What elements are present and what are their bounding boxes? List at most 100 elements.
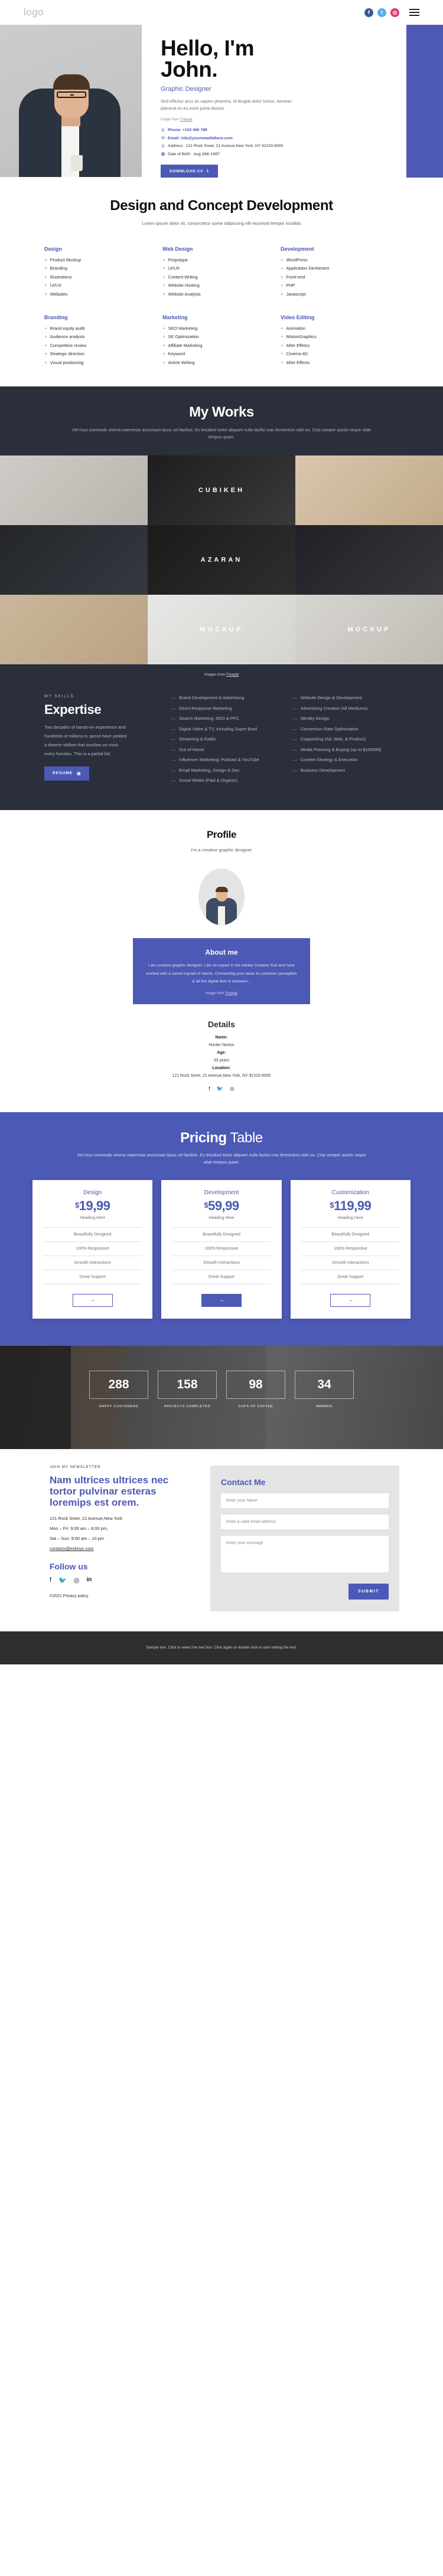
arrow-right-icon[interactable]: → bbox=[72, 1293, 113, 1307]
works-grid: CUBIKEH AZARAN MOCKUP MOCKUP bbox=[0, 455, 443, 665]
service-item[interactable]: + SE Optimization bbox=[162, 334, 281, 339]
service-item[interactable]: + Website Analysis bbox=[162, 291, 281, 297]
service-item[interactable]: + Animation bbox=[281, 326, 399, 331]
tile-leather-card[interactable] bbox=[295, 455, 443, 526]
service-item[interactable]: + Brand equity audit bbox=[44, 326, 162, 331]
counter-value: 158 bbox=[158, 1370, 217, 1399]
hero-title-line1: Hello, I'm bbox=[161, 36, 255, 60]
copyright-text[interactable]: ©2021 Privacy policy bbox=[50, 1594, 197, 1598]
contact-section: JOIN MY NEWSLETTER Nam ultrices ultrices… bbox=[0, 1448, 443, 1631]
email-input[interactable] bbox=[221, 1514, 389, 1529]
service-item[interactable]: + Front-end bbox=[281, 274, 399, 280]
plus-icon: + bbox=[44, 283, 47, 289]
tile-cubikeh[interactable]: CUBIKEH bbox=[148, 455, 295, 526]
service-item[interactable]: + Application Devloment bbox=[281, 266, 399, 271]
service-item[interactable]: + Websites bbox=[44, 291, 162, 297]
tile-logo-triangle[interactable] bbox=[0, 455, 148, 526]
contact-email-value[interactable]: info@youremailidhere.com bbox=[181, 136, 232, 140]
service-item[interactable]: + Content Writing bbox=[162, 274, 281, 280]
tile-dark-cards[interactable] bbox=[0, 525, 148, 595]
works-title: My Works bbox=[189, 404, 254, 420]
freepik-link[interactable]: Freepik bbox=[226, 673, 239, 677]
site-logo[interactable]: logo bbox=[24, 6, 44, 18]
tile-azaran[interactable]: AZARAN bbox=[148, 525, 295, 595]
facebook-icon[interactable]: f bbox=[50, 1577, 51, 1584]
tile-lion-badge[interactable] bbox=[295, 525, 443, 595]
plan-name: Design bbox=[83, 1189, 102, 1196]
expertise-item-label: Email Marketing, Design & Dev bbox=[179, 767, 240, 773]
service-column-heading: Development bbox=[281, 245, 314, 252]
service-item[interactable]: + PHP bbox=[281, 283, 399, 288]
tile-mockup-pen[interactable]: MOCKUP bbox=[148, 595, 295, 665]
service-item[interactable]: + Visual positioning bbox=[44, 360, 162, 365]
instagram-icon[interactable]: ◎ bbox=[390, 8, 399, 17]
hero-subtitle: Graphic Designer bbox=[161, 85, 211, 93]
dash-icon: — bbox=[292, 705, 297, 711]
plus-icon: + bbox=[281, 266, 284, 271]
service-item[interactable]: + Product Mockup bbox=[44, 257, 162, 263]
service-item[interactable]: + Affiliate Marketing bbox=[162, 343, 281, 348]
tile-card-stack[interactable] bbox=[0, 595, 148, 665]
service-item[interactable]: + Competitive review bbox=[44, 343, 162, 348]
expertise-title: Expertise bbox=[44, 702, 102, 717]
message-input[interactable] bbox=[221, 1535, 389, 1572]
name-input[interactable] bbox=[221, 1493, 389, 1508]
counters-row: 288 HAPPY CUSTOMERS 158 PROJECTS COMPLETED 9… bbox=[0, 1346, 443, 1408]
service-item[interactable]: + UI/UX bbox=[44, 283, 162, 288]
service-item[interactable]: + Cinema 4D bbox=[281, 351, 399, 356]
site-footer: Sample text. Click to select the text bo… bbox=[0, 1631, 443, 1665]
service-item[interactable]: + Article Writing bbox=[162, 360, 281, 365]
newsletter-kicker: JOIN MY NEWSLETTER bbox=[50, 1465, 101, 1469]
twitter-icon[interactable]: 🐦 bbox=[217, 1086, 223, 1092]
contact-hours-weekend: Sat – Sun: 9:00 am – 10 pm bbox=[50, 1536, 105, 1542]
currency-symbol: $ bbox=[75, 1200, 79, 1210]
download-cv-button[interactable]: DOWNLOAD CV ⤓ bbox=[161, 165, 218, 178]
twitter-icon[interactable]: 🐦 bbox=[58, 1577, 67, 1584]
facebook-icon[interactable]: f bbox=[364, 8, 373, 17]
service-item[interactable]: + Illustrations bbox=[44, 274, 162, 280]
service-item[interactable]: + Keyword bbox=[162, 351, 281, 356]
service-item[interactable]: + Javascript bbox=[281, 291, 399, 297]
dash-icon: — bbox=[171, 726, 176, 732]
hero-portrait-image bbox=[0, 25, 142, 177]
plus-icon: + bbox=[44, 351, 47, 357]
hero-section: Hello, I'm John. Graphic Designer Sed ef… bbox=[0, 25, 443, 178]
counter-label: PROJECTS COMPLETED bbox=[164, 1404, 211, 1408]
resume-button[interactable]: RESUME ▤ bbox=[44, 766, 90, 781]
service-item[interactable]: + WordPress bbox=[281, 257, 399, 263]
service-item[interactable]: + MotionGraphics bbox=[281, 334, 399, 339]
service-item[interactable]: + After Effetcs bbox=[281, 343, 399, 348]
service-item[interactable]: + UI/UX bbox=[162, 266, 281, 271]
location-icon: ⚲ bbox=[161, 144, 165, 149]
arrow-right-icon[interactable]: → bbox=[330, 1293, 371, 1307]
expertise-item-label: Website Design & Development bbox=[300, 695, 362, 701]
twitter-icon[interactable]: t bbox=[377, 8, 386, 17]
facebook-icon[interactable]: f bbox=[209, 1086, 210, 1092]
dash-icon: — bbox=[171, 746, 176, 752]
service-item[interactable]: + SEO Marketing bbox=[162, 326, 281, 331]
freepik-link[interactable]: Freepik bbox=[225, 991, 237, 995]
submit-button[interactable]: SUBMIT bbox=[348, 1583, 389, 1600]
contact-email-link[interactable]: contacts@esbnyc.com bbox=[50, 1546, 197, 1551]
menu-button[interactable] bbox=[409, 9, 419, 16]
expertise-item: — Conversion Rate Optimization bbox=[292, 726, 399, 732]
instagram-icon[interactable]: ◎ bbox=[74, 1577, 80, 1584]
freepik-link[interactable]: Freepik bbox=[180, 117, 193, 122]
service-item-label: Propotype bbox=[168, 257, 188, 263]
dash-icon: — bbox=[171, 716, 176, 722]
service-item[interactable]: + Strategic direction bbox=[44, 351, 162, 356]
service-item-label: Strategic direction bbox=[50, 351, 85, 357]
service-item[interactable]: + Propotype bbox=[162, 257, 281, 263]
plan-heading: Heading Here bbox=[337, 1215, 363, 1220]
instagram-icon[interactable]: ◎ bbox=[230, 1086, 234, 1092]
tile-mockup-vertical[interactable]: MOCKUP bbox=[295, 595, 443, 665]
arrow-right-icon[interactable]: → bbox=[201, 1293, 242, 1307]
service-item[interactable]: + Website Hosting bbox=[162, 283, 281, 288]
linkedin-icon[interactable]: in bbox=[86, 1577, 92, 1584]
expertise-item: — Digital Video & TV, including Super Bow… bbox=[171, 726, 278, 732]
pricing-plans: Design $19,99 Heading Here Beautifully Desi… bbox=[32, 1179, 411, 1319]
service-item[interactable]: + After Effects bbox=[281, 360, 399, 365]
service-item[interactable]: + Branding bbox=[44, 266, 162, 271]
service-item[interactable]: + Audience analysis bbox=[44, 334, 162, 339]
plan-feature: Beautifully Designed bbox=[172, 1227, 271, 1241]
